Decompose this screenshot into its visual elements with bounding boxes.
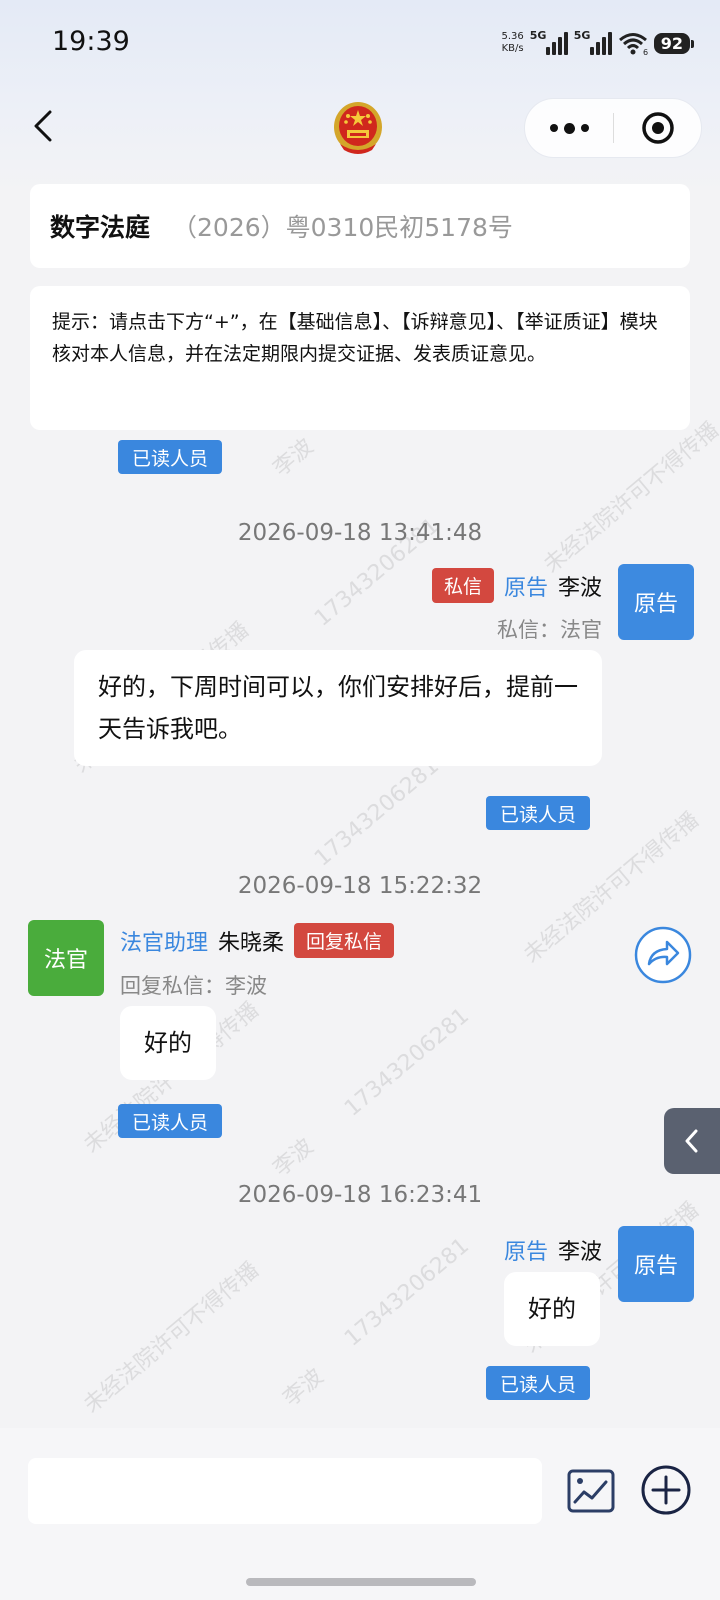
side-expand-tab[interactable] (664, 1108, 720, 1174)
reply-private-tag: 回复私信 (294, 923, 395, 958)
sender-role: 法官助理 (120, 930, 209, 956)
sender-role: 原告 (503, 575, 548, 601)
case-number: （2026）粤0310民初5178号 (172, 213, 513, 242)
network-speed-unit: KB/s (501, 43, 524, 54)
sender-row: 私信 原告 李波 (431, 568, 602, 603)
wifi-icon: 6 (618, 33, 648, 55)
network-speed-value: 5.36 (501, 31, 524, 42)
read-members-button[interactable]: 已读人员 (486, 796, 591, 830)
close-target-icon[interactable] (614, 111, 701, 145)
message-bubble[interactable]: 好的 (504, 1272, 600, 1346)
chevron-left-icon (685, 1129, 698, 1153)
page-title: 数字法庭 (50, 213, 151, 242)
watermark-name: 李波 (278, 1364, 329, 1412)
chevron-left-icon[interactable] (26, 104, 66, 148)
message-timestamp: 2026-09-18 16:23:41 (237, 1182, 483, 1208)
message-input[interactable] (28, 1458, 542, 1524)
sender-name: 李波 (557, 1240, 602, 1265)
message-timestamp: 2026-09-18 15:22:32 (237, 873, 483, 899)
signal-icon: 5G (573, 29, 612, 55)
signal-icon: 5G (529, 29, 568, 55)
watermark-phone: 17343206281 (339, 1233, 474, 1352)
mini-program-capsule (524, 98, 702, 158)
bottom-input-bar (0, 1428, 720, 1600)
watermark-name: 李波 (268, 1134, 319, 1182)
network-speed: 5.36 KB/s (501, 31, 523, 55)
avatar[interactable]: 原告 (618, 1226, 694, 1302)
plus-circle-icon[interactable] (640, 1464, 692, 1516)
private-recipient: 私信：法官 (497, 618, 602, 642)
read-members-button[interactable]: 已读人员 (118, 1104, 223, 1138)
signal-label: 5G (573, 29, 591, 42)
message-timestamp: 2026-09-18 13:41:48 (237, 520, 483, 546)
sender-name: 李波 (557, 575, 602, 601)
status-bar: 19:39 5.36 KB/s 5G 5G 6 92 (0, 0, 720, 90)
notice-card: 提示：请点击下方“+”，在【基础信息】、【诉辩意见】、【举证质证】模块核对本人信… (30, 286, 690, 430)
wifi-sub-label: 6 (643, 48, 648, 55)
forward-share-icon[interactable] (634, 926, 692, 984)
more-dots-icon[interactable] (525, 99, 613, 157)
watermark-phone: 17343206281 (339, 1003, 474, 1122)
watermark-name: 李波 (268, 434, 319, 482)
sender-name: 朱晓柔 (218, 930, 285, 956)
signal-label: 5G (529, 29, 547, 42)
home-indicator[interactable] (246, 1578, 476, 1586)
avatar[interactable]: 法官 (28, 920, 104, 996)
read-members-button[interactable]: 已读人员 (118, 440, 223, 474)
watermark-court: 未经法院许可不得传播 (539, 417, 720, 579)
status-icons: 5.36 KB/s 5G 5G 6 92 (501, 28, 695, 58)
battery-indicator: 92 (653, 32, 695, 54)
sender-row: 法官助理 朱晓柔 回复私信 (120, 923, 395, 958)
national-emblem-icon (334, 102, 382, 154)
read-members-button[interactable]: 已读人员 (486, 1366, 591, 1400)
sender-role: 原告 (503, 1240, 548, 1265)
private-message-tag: 私信 (431, 568, 494, 603)
watermark-phone: 17343206281 (309, 753, 444, 872)
message-bubble[interactable]: 好的，下周时间可以，你们安排好后，提前一天告诉我吧。 (74, 650, 602, 766)
avatar[interactable]: 原告 (618, 564, 694, 640)
sender-row: 原告 李波 (504, 1234, 602, 1266)
watermark-court: 未经法院许可不得传播 (79, 1257, 264, 1419)
reply-recipient: 回复私信：李波 (120, 974, 267, 998)
status-time: 19:39 (52, 26, 130, 57)
case-title-card: 数字法庭 （2026）粤0310民初5178号 (30, 184, 690, 268)
notice-text: 提示：请点击下方“+”，在【基础信息】、【诉辩意见】、【举证质证】模块核对本人信… (52, 311, 658, 365)
image-icon[interactable] (566, 1468, 616, 1514)
message-bubble[interactable]: 好的 (120, 1006, 216, 1080)
